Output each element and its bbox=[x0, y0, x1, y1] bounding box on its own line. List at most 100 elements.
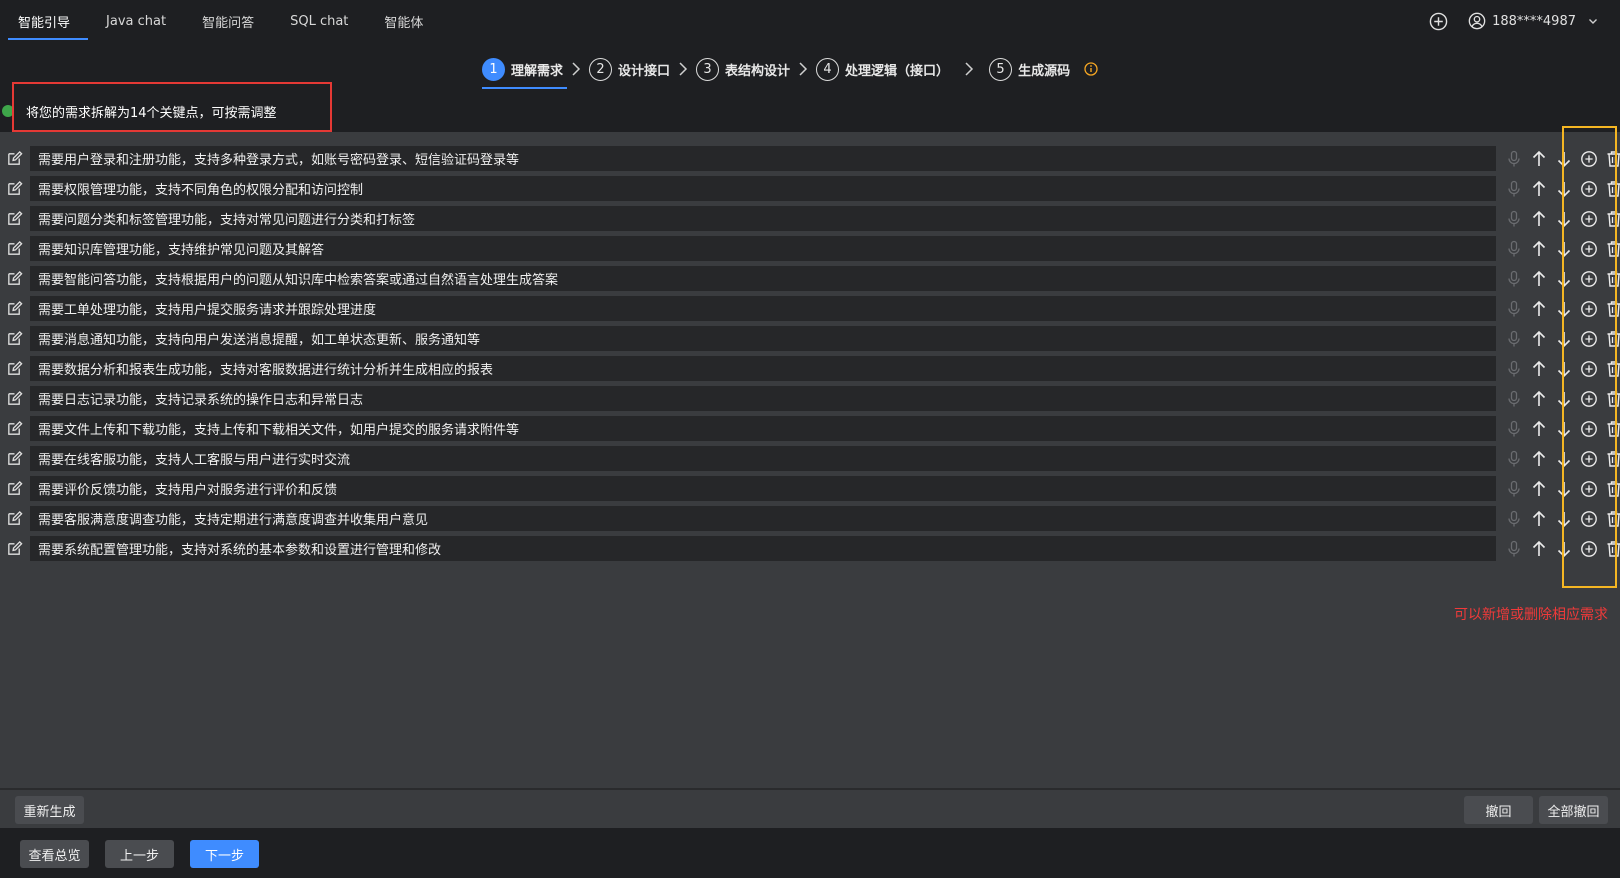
undo-button[interactable]: 撤回 bbox=[1464, 796, 1533, 824]
microphone-icon[interactable] bbox=[1501, 538, 1526, 560]
arrow-up-icon[interactable] bbox=[1526, 298, 1551, 320]
edit-icon[interactable] bbox=[6, 360, 23, 377]
tab-java-chat[interactable]: Java chat bbox=[88, 0, 184, 42]
step-label: 设计接口 bbox=[618, 63, 671, 79]
requirement-row: 需要工单处理功能，支持用户提交服务请求并跟踪处理进度 bbox=[0, 296, 1620, 321]
edit-icon[interactable] bbox=[6, 510, 23, 527]
microphone-icon[interactable] bbox=[1501, 388, 1526, 410]
requirement-row: 需要消息通知功能，支持向用户发送消息提醒，如工单状态更新、服务通知等 bbox=[0, 326, 1620, 351]
requirement-row: 需要数据分析和报表生成功能，支持对客服数据进行统计分析并生成相应的报表 bbox=[0, 356, 1620, 381]
topbar-right: 188****4987 bbox=[1429, 0, 1598, 42]
requirement-row: 需要用户登录和注册功能，支持多种登录方式，如账号密码登录、短信验证码登录等 bbox=[0, 146, 1620, 171]
requirement-row: 需要日志记录功能，支持记录系统的操作日志和异常日志 bbox=[0, 386, 1620, 411]
microphone-icon[interactable] bbox=[1501, 268, 1526, 290]
top-nav-bar: 智能引导 Java chat 智能问答 SQL chat 智能体 188****… bbox=[0, 0, 1620, 42]
requirement-text[interactable]: 需要文件上传和下载功能，支持上传和下载相关文件，如用户提交的服务请求附件等 bbox=[30, 416, 1496, 441]
edit-icon[interactable] bbox=[6, 240, 23, 257]
arrow-up-icon[interactable] bbox=[1526, 208, 1551, 230]
requirement-text[interactable]: 需要日志记录功能，支持记录系统的操作日志和异常日志 bbox=[30, 386, 1496, 411]
microphone-icon[interactable] bbox=[1501, 478, 1526, 500]
step-3[interactable]: 3 表结构设计 bbox=[696, 52, 790, 86]
requirement-text[interactable]: 需要在线客服功能，支持人工客服与用户进行实时交流 bbox=[30, 446, 1496, 471]
tab-sql-chat[interactable]: SQL chat bbox=[272, 0, 366, 42]
step-label: 处理逻辑（接口） bbox=[845, 63, 950, 79]
arrow-up-icon[interactable] bbox=[1526, 268, 1551, 290]
arrow-up-icon[interactable] bbox=[1526, 358, 1551, 380]
requirement-row: 需要文件上传和下载功能，支持上传和下载相关文件，如用户提交的服务请求附件等 bbox=[0, 416, 1620, 441]
chevron-right-icon bbox=[949, 61, 989, 77]
step-label: 表结构设计 bbox=[725, 63, 791, 79]
arrow-up-icon[interactable] bbox=[1526, 418, 1551, 440]
edit-icon[interactable] bbox=[6, 450, 23, 467]
requirement-text[interactable]: 需要消息通知功能，支持向用户发送消息提醒，如工单状态更新、服务通知等 bbox=[30, 326, 1496, 351]
edit-icon[interactable] bbox=[6, 210, 23, 227]
microphone-icon[interactable] bbox=[1501, 328, 1526, 350]
undo-all-button[interactable]: 全部撤回 bbox=[1539, 796, 1608, 824]
microphone-icon[interactable] bbox=[1501, 178, 1526, 200]
chevron-right-icon bbox=[563, 61, 589, 77]
microphone-icon[interactable] bbox=[1501, 358, 1526, 380]
step-number: 1 bbox=[482, 57, 505, 81]
microphone-icon[interactable] bbox=[1501, 208, 1526, 230]
requirement-row: 需要评价反馈功能，支持用户对服务进行评价和反馈 bbox=[0, 476, 1620, 501]
microphone-icon[interactable] bbox=[1501, 298, 1526, 320]
requirement-row: 需要知识库管理功能，支持维护常见问题及其解答 bbox=[0, 236, 1620, 261]
requirement-row: 需要权限管理功能，支持不同角色的权限分配和访问控制 bbox=[0, 176, 1620, 201]
arrow-up-icon[interactable] bbox=[1526, 328, 1551, 350]
microphone-icon[interactable] bbox=[1501, 418, 1526, 440]
regenerate-button[interactable]: 重新生成 bbox=[15, 796, 84, 824]
tab-smart-qa[interactable]: 智能问答 bbox=[184, 0, 272, 42]
requirement-text[interactable]: 需要问题分类和标签管理功能，支持对常见问题进行分类和打标签 bbox=[30, 206, 1496, 231]
tab-smart-guide[interactable]: 智能引导 bbox=[0, 0, 89, 42]
edit-icon[interactable] bbox=[6, 420, 23, 437]
edit-icon[interactable] bbox=[6, 180, 23, 197]
step-1[interactable]: 1 理解需求 bbox=[482, 52, 568, 89]
microphone-icon[interactable] bbox=[1501, 148, 1526, 170]
tab-agent[interactable]: 智能体 bbox=[366, 0, 441, 42]
arrow-up-icon[interactable] bbox=[1526, 448, 1551, 470]
microphone-icon[interactable] bbox=[1501, 238, 1526, 260]
step-2[interactable]: 2 设计接口 bbox=[589, 52, 670, 86]
requirement-text[interactable]: 需要评价反馈功能，支持用户对服务进行评价和反馈 bbox=[30, 476, 1496, 501]
requirement-row: 需要客服满意度调查功能，支持定期进行满意度调查并收集用户意见 bbox=[0, 506, 1620, 531]
requirement-text[interactable]: 需要知识库管理功能，支持维护常见问题及其解答 bbox=[30, 236, 1496, 261]
requirement-text[interactable]: 需要权限管理功能，支持不同角色的权限分配和访问控制 bbox=[30, 176, 1496, 201]
step-number: 3 bbox=[696, 57, 720, 81]
edit-icon[interactable] bbox=[6, 390, 23, 407]
user-menu[interactable]: 188****4987 bbox=[1468, 12, 1598, 30]
annotation-text: 可以新增或删除相应需求 bbox=[1454, 607, 1608, 623]
step-number: 2 bbox=[589, 57, 613, 81]
requirement-text[interactable]: 需要数据分析和报表生成功能，支持对客服数据进行统计分析并生成相应的报表 bbox=[30, 356, 1496, 381]
next-step-button[interactable]: 下一步 bbox=[190, 840, 259, 868]
arrow-up-icon[interactable] bbox=[1526, 388, 1551, 410]
arrow-up-icon[interactable] bbox=[1526, 238, 1551, 260]
requirement-text[interactable]: 需要用户登录和注册功能，支持多种登录方式，如账号密码登录、短信验证码登录等 bbox=[30, 146, 1496, 171]
user-avatar-icon bbox=[1468, 12, 1486, 30]
arrow-up-icon[interactable] bbox=[1526, 148, 1551, 170]
requirement-text[interactable]: 需要客服满意度调查功能，支持定期进行满意度调查并收集用户意见 bbox=[30, 506, 1496, 531]
microphone-icon[interactable] bbox=[1501, 508, 1526, 530]
edit-icon[interactable] bbox=[6, 480, 23, 497]
edit-icon[interactable] bbox=[6, 540, 23, 557]
chevron-right-icon bbox=[670, 61, 696, 77]
requirement-row: 需要智能问答功能，支持根据用户的问题从知识库中检索答案或通过自然语言处理生成答案 bbox=[0, 266, 1620, 291]
requirement-text[interactable]: 需要工单处理功能，支持用户提交服务请求并跟踪处理进度 bbox=[30, 296, 1496, 321]
step-4[interactable]: 4 处理逻辑（接口） bbox=[816, 52, 949, 86]
arrow-up-icon[interactable] bbox=[1526, 478, 1551, 500]
arrow-up-icon[interactable] bbox=[1526, 178, 1551, 200]
edit-icon[interactable] bbox=[6, 150, 23, 167]
add-circle-icon[interactable] bbox=[1429, 12, 1448, 31]
arrow-up-icon[interactable] bbox=[1526, 508, 1551, 530]
step-5[interactable]: 5 生成源码 bbox=[989, 52, 1070, 86]
requirement-text[interactable]: 需要智能问答功能，支持根据用户的问题从知识库中检索答案或通过自然语言处理生成答案 bbox=[30, 266, 1496, 291]
requirement-text[interactable]: 需要系统配置管理功能，支持对系统的基本参数和设置进行管理和修改 bbox=[30, 536, 1496, 561]
edit-icon[interactable] bbox=[6, 300, 23, 317]
prev-step-button[interactable]: 上一步 bbox=[105, 840, 174, 868]
microphone-icon[interactable] bbox=[1501, 448, 1526, 470]
edit-icon[interactable] bbox=[6, 270, 23, 287]
info-icon[interactable] bbox=[1084, 62, 1098, 76]
step-label: 生成源码 bbox=[1018, 63, 1071, 79]
arrow-up-icon[interactable] bbox=[1526, 538, 1551, 560]
edit-icon[interactable] bbox=[6, 330, 23, 347]
overview-button[interactable]: 查看总览 bbox=[20, 840, 89, 868]
